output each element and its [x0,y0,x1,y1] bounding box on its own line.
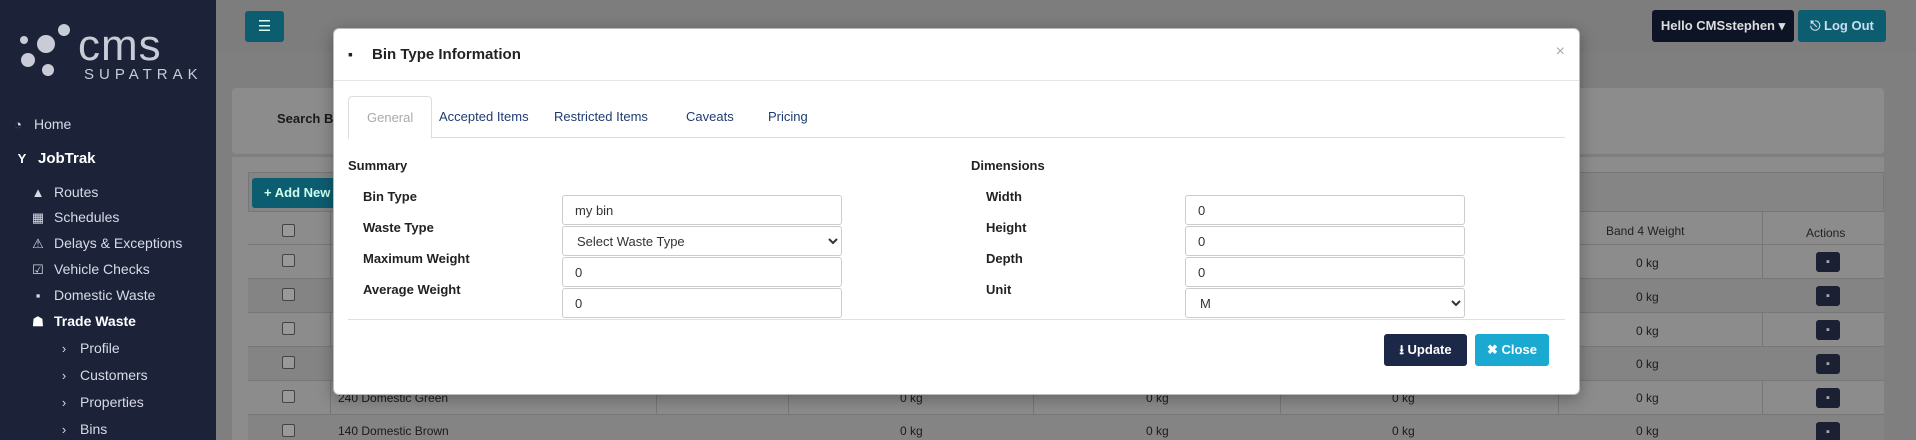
row-action-button[interactable]: ▪ [1816,388,1840,408]
logo-text: cms [78,21,162,70]
tab-pricing[interactable]: Pricing [750,96,826,138]
update-button[interactable]: ⭳ Update [1384,334,1467,366]
tab-accepted-items[interactable]: Accepted Items [421,96,547,138]
chevron-right-icon: › [61,368,67,383]
caret-down-icon: ▾ [1778,18,1786,33]
row-action-button[interactable]: ▪ [1816,252,1840,272]
band4-weight-cell: 0 kg [1636,324,1659,338]
modal-header: ▪ Bin Type Information × [334,29,1579,81]
maximum-weight-input[interactable] [562,257,842,287]
height-input[interactable] [1185,226,1465,256]
jobtrak-icon: Y [17,151,27,166]
bin-icon: ▪ [1826,426,1830,438]
cms-logo: cms SUPATRAK [18,21,198,83]
modal-tabs: General Accepted Items Restricted Items … [348,96,1565,139]
depth-label: Depth [986,251,1023,266]
waste-type-label: Waste Type [363,220,434,235]
add-new-button[interactable]: + Add New [252,178,342,208]
search-label: Search Bi [277,111,337,126]
row-action-button[interactable]: ▪ [1816,422,1840,440]
close-icon: ✖ [1487,342,1502,357]
close-icon[interactable]: × [1556,43,1565,61]
bin-icon: ▪ [1826,290,1830,302]
logout-button[interactable]: ⎋ Log Out [1798,10,1886,42]
sidebar-item-delays[interactable]: ⚠ Delays & Exceptions [30,230,246,256]
modal-title: Bin Type Information [372,46,521,63]
row-checkbox[interactable] [282,390,295,403]
menu-toggle-button[interactable]: ☰ [245,11,284,42]
band4-weight-cell: 0 kg [1636,391,1659,405]
select-all-checkbox[interactable] [282,224,295,237]
bin-icon: ▪ [1826,324,1830,336]
bin-icon: ▪ [1826,256,1830,268]
logo-subtext: SUPATRAK [84,66,203,83]
chevron-right-icon: › [61,341,67,356]
column-header-band4-weight: Band 4 Weight [1606,224,1685,238]
bin-type-label: Bin Type [363,189,417,204]
sidebar-item-schedules[interactable]: ▦ Schedules [30,204,246,230]
plus-icon: + [264,185,275,200]
close-button[interactable]: ✖ Close [1475,334,1549,366]
bin-icon: ▪ [1826,392,1830,404]
average-weight-label: Average Weight [363,282,461,297]
tab-general[interactable]: General [348,96,433,139]
row-checkbox[interactable] [282,424,295,437]
bin-icon: ▪ [35,288,41,303]
molecule-icon [20,24,70,76]
sidebar: cms SUPATRAK ◔ Home Y JobTrak ▲ Routes ▦ Sch… [0,0,216,440]
row-checkbox[interactable] [282,322,295,335]
summary-heading: Summary [348,158,408,173]
check-square-icon: ☑ [32,262,44,277]
sidebar-item-home[interactable]: ◔ Home [10,111,226,137]
hamburger-icon: ☰ [257,18,272,35]
height-label: Height [986,220,1027,235]
band4-weight-cell: 0 kg [1636,424,1659,438]
row-checkbox[interactable] [282,288,295,301]
sidebar-item-routes[interactable]: ▲ Routes [30,179,246,205]
user-menu-button[interactable]: Hello CMSstephen ▾ [1652,10,1794,42]
tab-restricted-items[interactable]: Restricted Items [536,96,666,138]
download-icon: ⭳ [1399,342,1408,357]
bin-type-input[interactable] [562,195,842,225]
bin-icon: ▪ [348,46,353,62]
bin-type-modal: ▪ Bin Type Information × General Accepte… [333,28,1580,395]
dimensions-heading: Dimensions [971,158,1045,173]
unit-select[interactable]: M [1185,288,1465,318]
logout-icon: ⎋ [1810,18,1825,33]
chevron-right-icon: › [61,395,67,410]
band1-weight-cell: 0 kg [900,424,923,438]
sidebar-item-domestic-waste[interactable]: ▪ Domestic Waste [30,282,246,308]
users-icon: ☗ [32,314,44,329]
row-action-button[interactable]: ▪ [1816,354,1840,374]
depth-input[interactable] [1185,257,1465,287]
waste-type-select[interactable]: Select Waste Type [562,226,842,256]
width-label: Width [986,189,1022,204]
chevron-right-icon: › [61,422,67,437]
road-icon: ▲ [31,185,45,200]
sidebar-item-jobtrak[interactable]: Y JobTrak [14,146,230,172]
calendar-icon: ▦ [31,210,45,225]
band4-weight-cell: 0 kg [1636,357,1659,371]
unit-label: Unit [986,282,1012,297]
warning-icon: ⚠ [32,236,44,251]
tab-caveats[interactable]: Caveats [668,96,752,138]
band4-weight-cell: 0 kg [1636,256,1659,270]
row-action-button[interactable]: ▪ [1816,286,1840,306]
band3-weight-cell: 0 kg [1392,424,1415,438]
column-header-actions: Actions [1806,226,1846,240]
row-checkbox[interactable] [282,356,295,369]
row-action-button[interactable]: ▪ [1816,320,1840,340]
modal-footer-divider [348,319,1565,320]
row-checkbox[interactable] [282,254,295,267]
average-weight-input[interactable] [562,288,842,318]
bin-name-cell: 140 Domestic Brown [338,424,449,438]
band2-weight-cell: 0 kg [1146,424,1169,438]
dashboard-icon: ◔ [14,117,22,132]
band4-weight-cell: 0 kg [1636,290,1659,304]
bin-icon: ▪ [1826,358,1830,370]
width-input[interactable] [1185,195,1465,225]
sidebar-item-vehicle-checks[interactable]: ☑ Vehicle Checks [30,256,246,282]
maximum-weight-label: Maximum Weight [363,251,470,266]
sidebar-item-trade-waste[interactable]: ☗ Trade Waste [30,308,246,334]
